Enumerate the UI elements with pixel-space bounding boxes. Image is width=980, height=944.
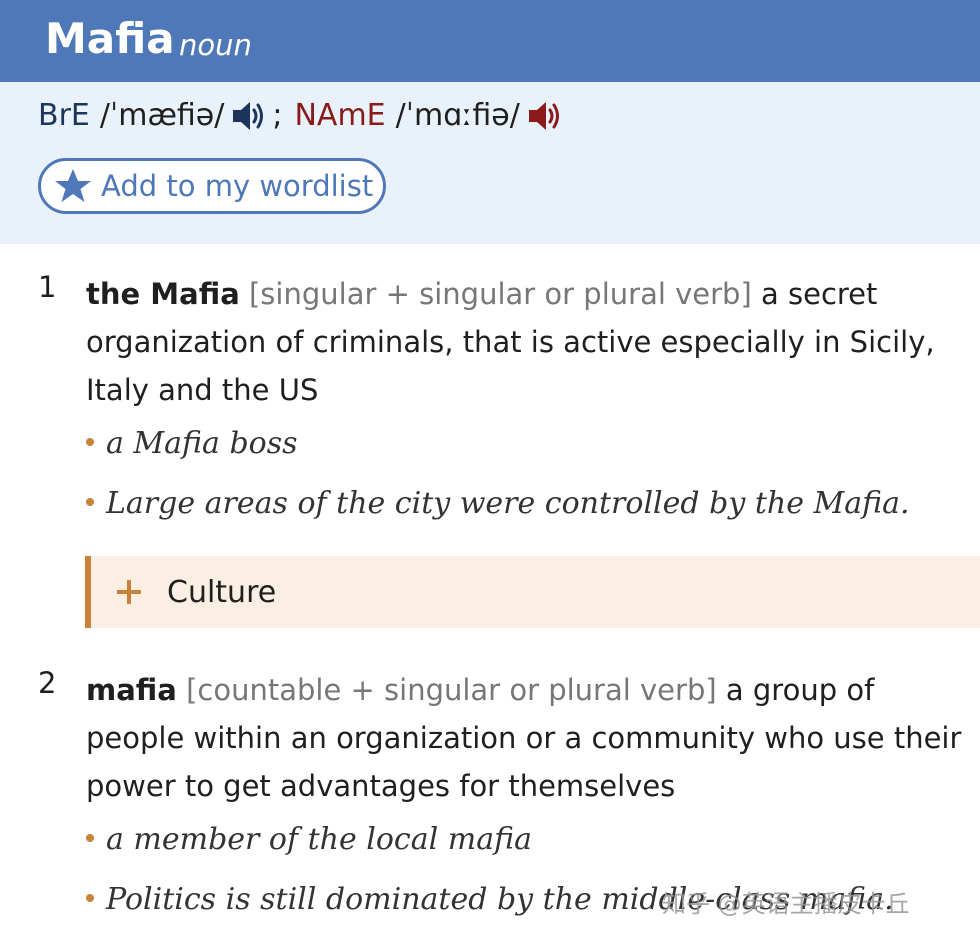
example-text: Large areas of the city were controlled … xyxy=(106,486,910,521)
sense-number: 1 xyxy=(38,270,57,304)
example-item: a Mafia boss xyxy=(86,426,966,486)
bre-speaker-icon[interactable] xyxy=(230,99,270,133)
entry-header: Mafia noun xyxy=(0,0,980,82)
add-to-wordlist-label: Add to my wordlist xyxy=(101,169,374,203)
example-text: a member of the local mafia xyxy=(106,822,532,857)
sense-number: 2 xyxy=(38,666,57,700)
sense-headword: mafia xyxy=(86,673,177,707)
pronunciation-line: BrE /ˈmæfiə/ ; NAmE /ˈmɑːfiə/ xyxy=(38,98,566,133)
plus-icon xyxy=(115,578,143,606)
bullet-dot xyxy=(86,438,94,446)
name-speaker-icon[interactable] xyxy=(526,99,566,133)
star-icon xyxy=(55,169,91,202)
sense-definition-block: mafia [countable + singular or plural ve… xyxy=(86,666,966,810)
bullet-dot xyxy=(86,894,94,902)
example-item: Large areas of the city were controlled … xyxy=(86,486,966,546)
example-item: a member of the local mafia xyxy=(86,822,966,882)
pronunciation-panel: BrE /ˈmæfiə/ ; NAmE /ˈmɑːfiə/ Add to my … xyxy=(0,82,980,244)
bullet-dot xyxy=(86,834,94,842)
culture-label: Culture xyxy=(167,574,277,610)
bre-ipa: /ˈmæfiə/ xyxy=(99,98,225,133)
bre-label: BrE xyxy=(38,98,90,133)
watermark: 知乎 @英语主播皮卡丘 xyxy=(662,890,910,918)
add-to-wordlist-button[interactable]: Add to my wordlist xyxy=(38,158,386,214)
culture-expander[interactable]: Culture xyxy=(85,556,980,628)
grammar-label: [countable + singular or plural verb] xyxy=(186,673,717,707)
part-of-speech: noun xyxy=(179,28,252,62)
grammar-label: [singular + singular or plural verb] xyxy=(248,277,752,311)
examples-list: a member of the local mafia Politics is … xyxy=(86,822,966,942)
bullet-dot xyxy=(86,498,94,506)
example-text: a Mafia boss xyxy=(106,426,298,461)
name-ipa: /ˈmɑːfiə/ xyxy=(395,98,520,133)
headword: Mafia xyxy=(45,14,175,63)
pronunciation-separator: ; xyxy=(272,98,283,133)
name-label: NAmE xyxy=(294,98,386,133)
examples-list: a Mafia boss Large areas of the city wer… xyxy=(86,426,966,546)
sense-definition-block: the Mafia [singular + singular or plural… xyxy=(86,270,966,414)
sense-headword: the Mafia xyxy=(86,277,240,311)
